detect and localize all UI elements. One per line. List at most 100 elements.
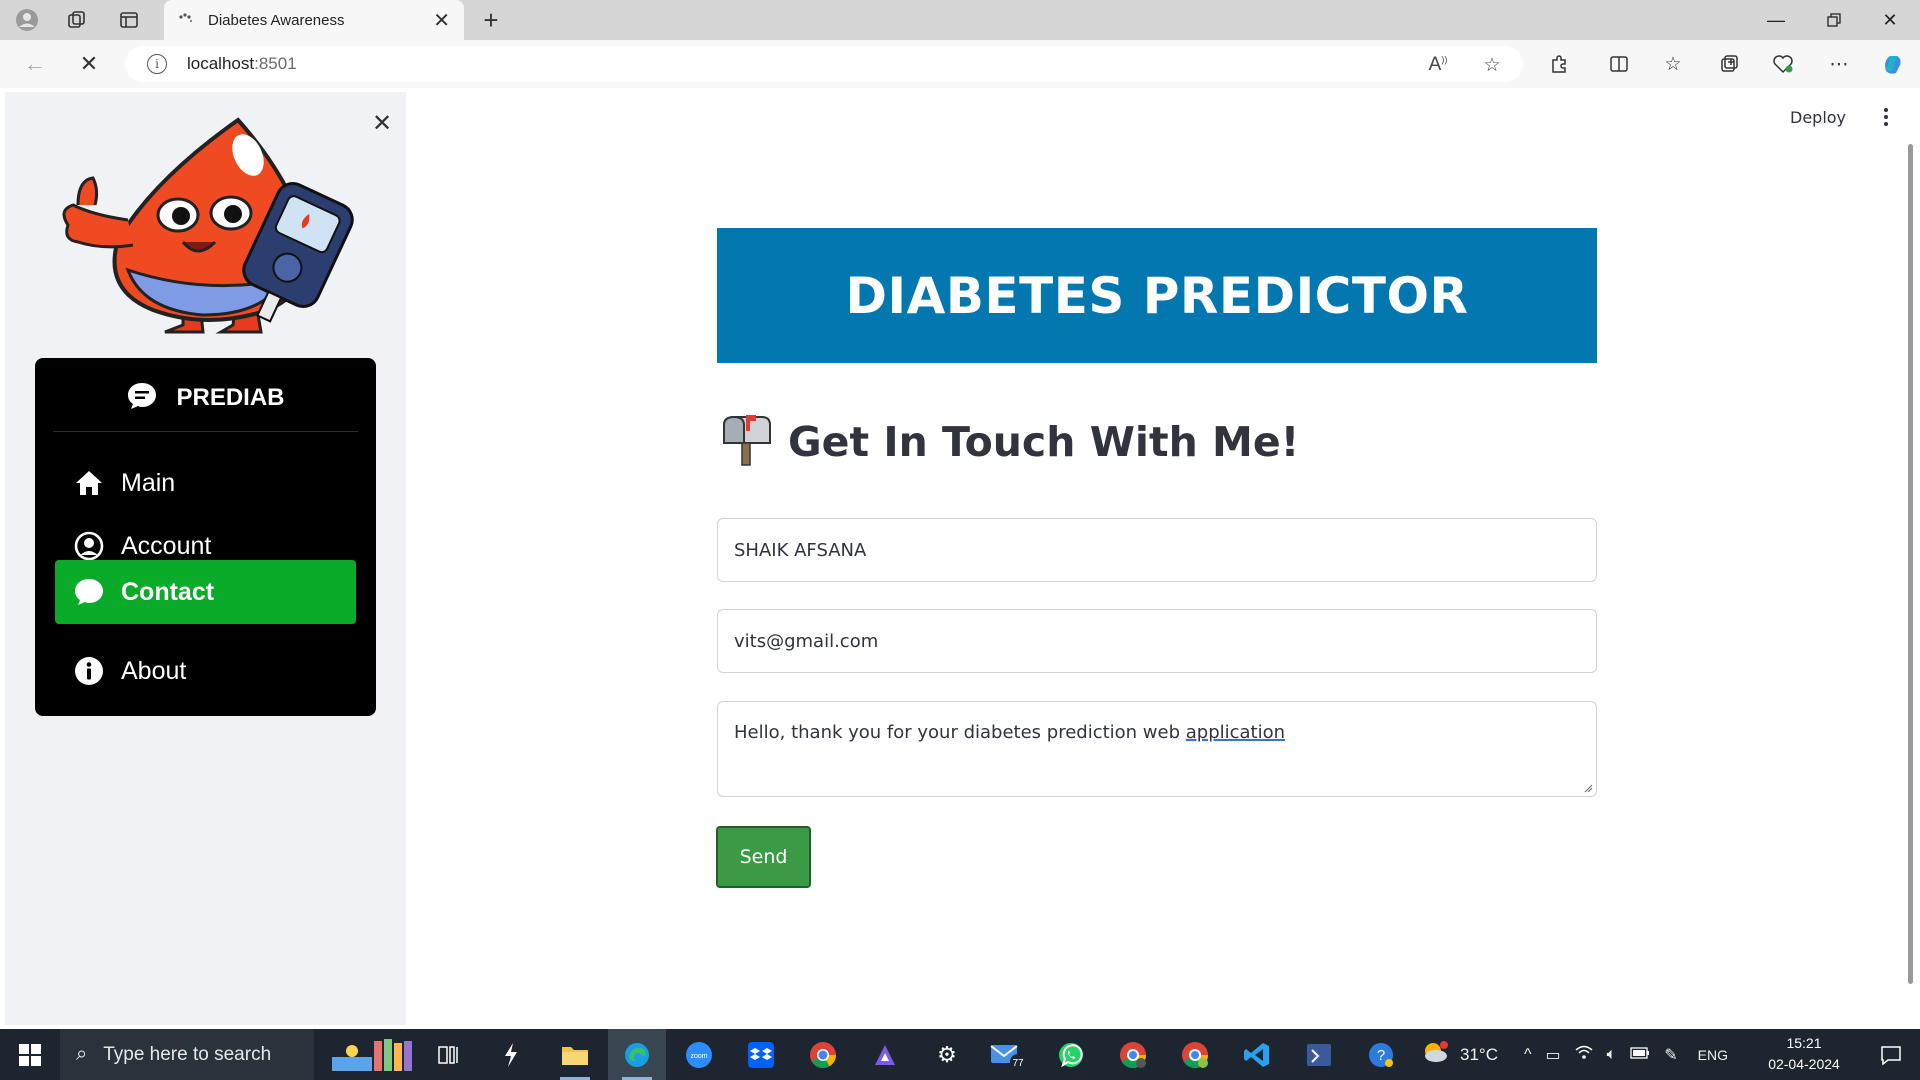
vertical-tabs-icon[interactable] xyxy=(114,6,144,34)
favorite-star-icon[interactable]: ☆ xyxy=(1479,54,1505,77)
task-view-icon[interactable] xyxy=(420,1029,478,1080)
bing-chat-icon[interactable] xyxy=(856,1029,914,1080)
vscode-icon[interactable] xyxy=(1228,1029,1286,1080)
house-icon xyxy=(73,467,105,499)
clock-time: 15:21 xyxy=(1786,1035,1822,1051)
mail-icon[interactable]: 77 xyxy=(980,1029,1038,1080)
books-widget-icon[interactable] xyxy=(320,1029,420,1080)
browser-essentials-icon[interactable] xyxy=(1768,50,1798,78)
restore-icon[interactable] xyxy=(1814,4,1854,36)
page-scrollbar[interactable] xyxy=(1908,144,1913,984)
browser-tab-active[interactable]: Diabetes Awareness ✕ xyxy=(164,0,464,40)
chat-bubble-icon xyxy=(73,576,105,608)
name-input[interactable]: SHAIK AFSANA xyxy=(717,518,1597,582)
blood-drop-mascot-image xyxy=(62,117,354,334)
copilot-icon[interactable] xyxy=(1878,50,1908,78)
collections-icon[interactable] xyxy=(1714,50,1744,78)
whatsapp-icon[interactable] xyxy=(1042,1029,1100,1080)
pen-icon[interactable]: ✎ xyxy=(1664,1045,1677,1065)
lightning-app-icon[interactable] xyxy=(482,1029,540,1080)
close-window-icon[interactable]: ✕ xyxy=(1870,4,1910,36)
name-input-value: SHAIK AFSANA xyxy=(734,539,867,561)
taskbar-search-box[interactable]: ⌕ Type here to search xyxy=(60,1029,314,1080)
file-explorer-icon[interactable] xyxy=(546,1029,604,1080)
system-tray: 31°C ^ ▭ 🔈︎ ✎ ENG xyxy=(1420,1029,1728,1080)
language-indicator[interactable]: ENG xyxy=(1698,1047,1728,1063)
read-aloud-icon[interactable]: A)) xyxy=(1425,54,1451,76)
info-circle-icon xyxy=(73,655,105,687)
chat-dots-icon xyxy=(126,381,158,416)
wifi-icon[interactable] xyxy=(1575,1044,1593,1065)
start-button[interactable] xyxy=(0,1029,60,1080)
browser-tab-bar: Diabetes Awareness ✕ + — ✕ xyxy=(0,0,1920,40)
favorites-icon[interactable]: ☆ xyxy=(1658,50,1688,78)
mail-badge-count: 77 xyxy=(1012,1058,1024,1069)
contact-heading: Get In Touch With Me! xyxy=(788,418,1300,466)
extensions-icon[interactable] xyxy=(1544,50,1574,78)
url-port: :8501 xyxy=(254,54,297,73)
tab-title: Diabetes Awareness xyxy=(208,11,345,29)
meet-now-icon[interactable]: ▭ xyxy=(1546,1045,1561,1065)
more-options-icon[interactable]: ⋯ xyxy=(1824,50,1854,78)
dropbox-icon[interactable] xyxy=(732,1029,790,1080)
svg-text:?: ? xyxy=(1377,1047,1385,1064)
temperature-text[interactable]: 31°C xyxy=(1460,1045,1498,1065)
menu-title: PREDIAB xyxy=(176,384,285,411)
settings-gear-icon[interactable]: ⚙ xyxy=(918,1029,976,1080)
site-info-icon[interactable]: i xyxy=(147,54,167,74)
notifications-icon[interactable] xyxy=(1862,1029,1920,1080)
edge-browser-icon[interactable] xyxy=(608,1029,666,1080)
minimize-icon[interactable]: — xyxy=(1756,4,1796,36)
menu-item-main[interactable]: Main xyxy=(55,452,356,514)
help-icon[interactable]: ? xyxy=(1352,1029,1410,1080)
contact-heading-row: Get In Touch With Me! xyxy=(718,412,1299,472)
new-tab-button[interactable]: + xyxy=(476,6,506,34)
mailbox-icon xyxy=(718,413,774,472)
svg-text:zoom: zoom xyxy=(690,1053,707,1060)
main-menu-kebab-icon[interactable] xyxy=(1876,102,1896,132)
menu-item-label: Contact xyxy=(121,577,215,606)
windows-taskbar: ⌕ Type here to search zoom ⚙ 77 ? 31°C ^… xyxy=(0,1029,1920,1080)
zoom-app-icon[interactable]: zoom xyxy=(670,1029,728,1080)
back-arrow-icon[interactable]: ← xyxy=(20,50,50,78)
message-text-prefix: Hello, thank you for your diabetes predi… xyxy=(734,722,1186,743)
battery-icon[interactable] xyxy=(1630,1046,1650,1064)
clock-date: 02-04-2024 xyxy=(1768,1056,1840,1072)
sidebar: ✕ PREDIAB Main Account Contact About xyxy=(5,92,406,1025)
message-text: Hello, thank you for your diabetes predi… xyxy=(734,722,1285,743)
url-text: localhost:8501 xyxy=(187,54,297,74)
weather-icon[interactable] xyxy=(1420,1039,1450,1070)
close-tab-icon[interactable]: ✕ xyxy=(433,8,450,33)
menu-item-about[interactable]: About xyxy=(55,640,356,702)
message-textarea[interactable]: Hello, thank you for your diabetes predi… xyxy=(717,701,1597,797)
resize-grip-icon[interactable] xyxy=(1583,783,1593,793)
address-bar[interactable]: i localhost:8501 A)) ☆ xyxy=(125,46,1523,82)
split-screen-icon[interactable] xyxy=(1604,50,1634,78)
taskbar-clock[interactable]: 15:21 02-04-2024 xyxy=(1768,1033,1840,1075)
chrome-icon[interactable] xyxy=(794,1029,852,1080)
email-input-value: vits@gmail.com xyxy=(734,630,879,652)
volume-icon[interactable]: 🔈︎ xyxy=(1607,1046,1617,1064)
profile-icon[interactable] xyxy=(12,6,42,34)
page-viewport: ✕ PREDIAB Main Account Contact About Dep… xyxy=(0,88,1920,1029)
app-banner: DIABETES PREDICTOR xyxy=(717,228,1597,363)
workspaces-icon[interactable] xyxy=(62,6,92,34)
python-idle-icon[interactable] xyxy=(1290,1029,1348,1080)
menu-item-contact[interactable]: Contact xyxy=(55,560,356,624)
message-text-spellcheck-word: application xyxy=(1185,722,1286,743)
browser-toolbar: ← ✕ i localhost:8501 A)) ☆ ☆ ⋯ xyxy=(0,40,1920,88)
search-icon: ⌕ xyxy=(76,1043,88,1065)
chrome-profile-b-icon[interactable] xyxy=(1166,1029,1224,1080)
navigation-menu: PREDIAB Main Account Contact About xyxy=(35,358,376,716)
email-input[interactable]: vits@gmail.com xyxy=(717,609,1597,673)
send-button[interactable]: Send xyxy=(716,826,811,888)
show-hidden-icons-chevron-icon[interactable]: ^ xyxy=(1524,1046,1532,1064)
menu-header: PREDIAB xyxy=(35,378,376,418)
banner-title: DIABETES PREDICTOR xyxy=(845,266,1469,325)
stop-loading-icon[interactable]: ✕ xyxy=(74,50,104,78)
menu-item-label: About xyxy=(121,656,187,685)
menu-item-label: Account xyxy=(121,531,212,560)
chrome-profile-a-icon[interactable] xyxy=(1104,1029,1162,1080)
windows-logo-icon xyxy=(19,1043,41,1066)
deploy-button[interactable]: Deploy xyxy=(1790,108,1846,127)
